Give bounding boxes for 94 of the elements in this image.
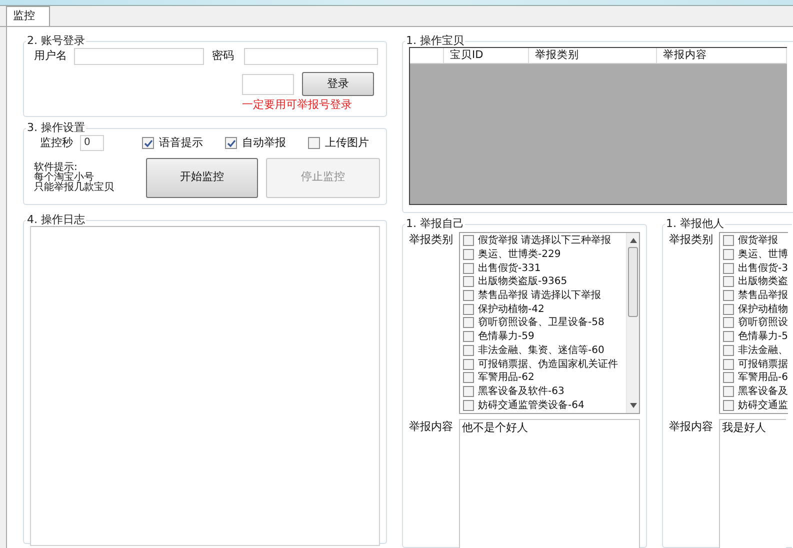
password-field[interactable] [244, 48, 378, 65]
hint-text: 只能举报几款宝贝 [34, 182, 115, 192]
category-option[interactable]: 窃听窃照设备、卫星设备-58 [478, 316, 604, 330]
checkmark-icon [226, 138, 236, 148]
checkbox[interactable] [463, 386, 474, 397]
checkbox[interactable] [463, 235, 474, 246]
checkbox[interactable] [463, 358, 474, 370]
checkbox[interactable] [142, 137, 154, 150]
group-title: 2. 账号登录 [26, 35, 86, 47]
checkbox[interactable] [723, 400, 734, 411]
checkbox[interactable] [723, 317, 734, 328]
checkbox[interactable] [723, 331, 734, 342]
group-title: 1. 操作宝贝 [405, 35, 465, 47]
checkbox[interactable] [463, 317, 474, 328]
field-label: 举报内容 [669, 419, 714, 435]
checkbox[interactable] [463, 400, 474, 411]
checkbox[interactable] [225, 137, 237, 150]
checkbox[interactable] [723, 344, 734, 356]
category-option[interactable]: 妨碍交通监管类设备-64 [478, 398, 584, 412]
checkbox[interactable] [463, 372, 474, 384]
field-label: 举报类别 [669, 232, 714, 248]
category-option[interactable]: 出售假货-3 [738, 262, 788, 275]
tab[interactable]: 监控 [6, 6, 50, 26]
checkbox[interactable] [723, 372, 734, 384]
category-option[interactable]: 保护动植物 [738, 302, 788, 316]
category-option[interactable]: 可报销票据、伪造国家机关证件 [478, 358, 618, 371]
option-label[interactable]: 语音提示 [159, 135, 203, 152]
scrollbar[interactable] [626, 233, 639, 413]
checkbox[interactable] [463, 304, 474, 315]
report-content-field[interactable]: 他不是个好人 [459, 419, 640, 548]
checkbox[interactable] [723, 276, 734, 288]
category-option[interactable]: 军警用品-6 [738, 371, 788, 384]
scrollbar-thumb[interactable] [628, 247, 638, 317]
username-field[interactable] [74, 48, 204, 65]
category-option[interactable]: 假货举报 [738, 234, 778, 248]
category-option[interactable]: 非法金融、 [738, 344, 788, 357]
field-label: 用户名 [33, 48, 68, 64]
login-button[interactable]: 登录 [302, 72, 374, 96]
category-option[interactable]: 黑客设备及软件-63 [478, 384, 564, 398]
checkbox[interactable] [723, 290, 734, 302]
checkmark-icon [144, 138, 152, 148]
column-header[interactable]: 举报内容 [657, 48, 787, 63]
category-option[interactable]: 奥运、世博类-229 [478, 248, 561, 262]
down-arrow-icon[interactable] [630, 403, 636, 408]
warning-text: 一定要用可举报号登录 [242, 97, 352, 113]
checkbox[interactable] [463, 344, 474, 356]
category-option[interactable]: 军警用品-62 [478, 371, 534, 384]
hint-text: 软件提示: [34, 162, 78, 172]
category-option[interactable]: 奥运、世博 [738, 248, 788, 262]
category-option[interactable]: 色情暴力-59 [478, 330, 534, 344]
field-label: 密码 [212, 48, 235, 64]
category-option[interactable]: 保护动植物-42 [478, 302, 544, 316]
items-table[interactable]: 宝贝ID 举报类别 举报内容 [409, 47, 787, 205]
checkbox[interactable] [723, 249, 734, 260]
checkbox[interactable] [723, 235, 734, 246]
report-content-field[interactable]: 我是好人 [719, 419, 786, 548]
checkbox[interactable] [463, 276, 474, 288]
category-option[interactable]: 出售假货-331 [478, 262, 541, 275]
group-title: 1. 举报他人 [665, 218, 725, 230]
category-option[interactable]: 出版物类盗 [738, 275, 788, 288]
checkbox[interactable] [723, 304, 734, 315]
field-label: 举报内容 [409, 419, 454, 435]
action-button[interactable]: 开始监控 [146, 158, 258, 198]
checkbox[interactable] [723, 386, 734, 397]
category-option[interactable]: 窃听窃照设 [738, 316, 788, 330]
category-option[interactable]: 色情暴力-5 [738, 330, 788, 344]
category-option[interactable]: 出版物类盗版-9365 [478, 275, 568, 288]
field-label: 举报类别 [409, 232, 454, 248]
column-header[interactable]: 举报类别 [529, 48, 657, 63]
column-header[interactable]: 宝贝ID [444, 48, 529, 63]
option-label[interactable]: 上传图片 [325, 135, 369, 152]
checkbox[interactable] [463, 290, 474, 302]
checkbox[interactable] [463, 249, 474, 260]
seconds-field[interactable]: 0 [80, 135, 104, 152]
group-title: 3. 操作设置 [26, 122, 86, 134]
hint-text: 每个淘宝小号 [34, 172, 94, 182]
checkbox[interactable] [723, 262, 734, 274]
category-option[interactable]: 禁售品举报 [738, 289, 788, 302]
group-title: 4. 操作日志 [26, 214, 86, 226]
category-option[interactable]: 妨碍交通监 [738, 398, 788, 412]
up-arrow-icon[interactable] [630, 238, 636, 243]
category-option[interactable]: 假货举报 请选择以下三种举报 [478, 234, 612, 248]
captcha-field[interactable] [242, 74, 294, 94]
field-label: 监控秒 [39, 135, 72, 151]
checkbox[interactable] [463, 262, 474, 274]
checkbox[interactable] [308, 137, 320, 150]
group-title: 1. 举报自己 [405, 218, 465, 230]
category-option[interactable]: 禁售品举报 请选择以下举报 [478, 289, 602, 302]
category-option[interactable]: 可报销票据 [738, 358, 788, 371]
category-option[interactable]: 黑客设备及 [738, 384, 788, 398]
checkbox[interactable] [723, 358, 734, 370]
option-label[interactable]: 自动举报 [242, 135, 286, 152]
checkbox[interactable] [463, 331, 474, 342]
category-option[interactable]: 非法金融、集资、迷信等-60 [478, 344, 604, 357]
